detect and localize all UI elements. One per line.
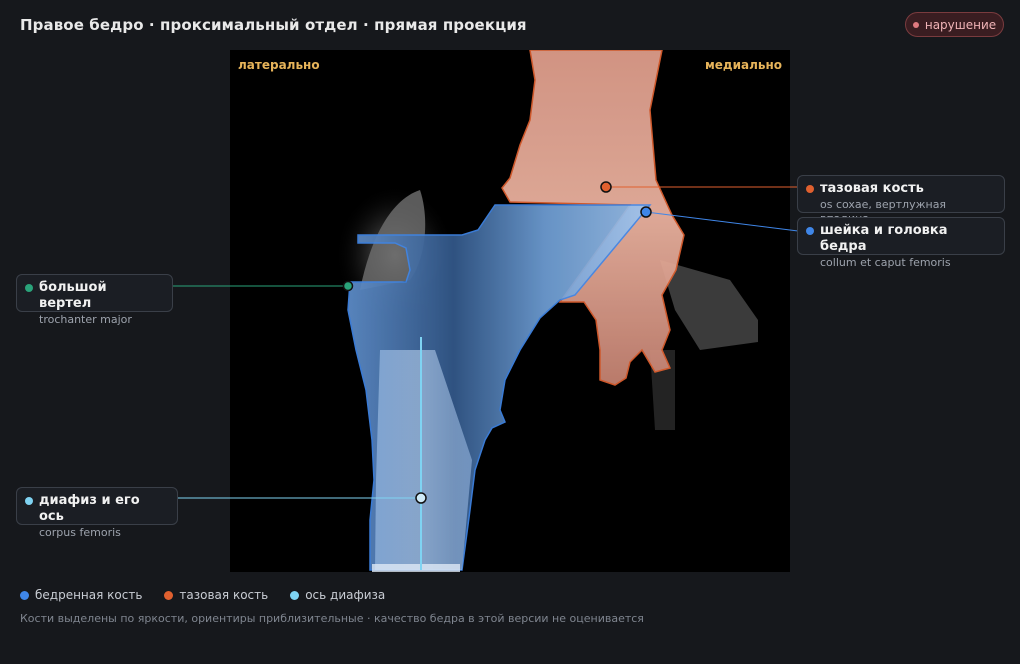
legend-item-pelvis: тазовая кость bbox=[164, 588, 268, 602]
callout-neck-label: шейка и головка бедра bbox=[820, 223, 948, 254]
orientation-lateral: латерально bbox=[238, 58, 320, 72]
callout-trochanter[interactable]: большой вертел trochanter major bbox=[16, 274, 173, 326]
femur-swatch-icon bbox=[20, 590, 29, 600]
legend-pelvis-label: тазовая кость bbox=[179, 588, 269, 602]
callout-shaft-label: диафиз и его ось bbox=[39, 493, 140, 524]
callout-pelvis[interactable]: тазовая кость os coxae, вертлужная впади… bbox=[797, 175, 1005, 225]
status-badge-label: нарушение bbox=[924, 17, 997, 32]
callout-shaft-latin: corpus femoris bbox=[39, 526, 121, 539]
pelvis-color-icon bbox=[806, 185, 814, 193]
legend-item-femur: бедренная кость bbox=[20, 588, 142, 602]
status-dot-icon bbox=[912, 21, 919, 28]
trochanter-color-icon bbox=[25, 284, 33, 292]
axis-swatch-icon bbox=[290, 590, 300, 600]
xray-image bbox=[335, 50, 758, 572]
callout-shaft[interactable]: диафиз и его ось corpus femoris bbox=[16, 487, 178, 539]
legend-item-axis: ось диафиза bbox=[290, 588, 385, 602]
legend-axis-label: ось диафиза bbox=[305, 588, 386, 602]
callout-neck[interactable]: шейка и головка бедра collum et caput fe… bbox=[797, 217, 1005, 269]
orientation-medial: медиально bbox=[704, 58, 782, 72]
neck-color-icon bbox=[806, 227, 814, 235]
footnote: Кости выделены по яркости, ориентиры при… bbox=[20, 612, 644, 625]
femur-cut-edge bbox=[372, 564, 460, 572]
xray-viewer[interactable]: латерально медиально bbox=[230, 50, 790, 572]
callout-pelvis-label: тазовая кость bbox=[820, 181, 924, 196]
legend: бедренная кость тазовая кость ось диафиз… bbox=[20, 588, 385, 602]
status-badge: нарушение bbox=[905, 12, 1004, 37]
callout-trochanter-latin: trochanter major bbox=[39, 313, 132, 326]
page-title: Правое бедро · проксимальный отдел · пря… bbox=[20, 16, 527, 34]
legend-femur-label: бедренная кость bbox=[35, 588, 143, 602]
callout-neck-latin: collum et caput femoris bbox=[820, 256, 951, 269]
callout-trochanter-label: большой вертел bbox=[39, 280, 107, 311]
pelvis-swatch-icon bbox=[164, 590, 174, 600]
shaft-color-icon bbox=[25, 497, 33, 505]
